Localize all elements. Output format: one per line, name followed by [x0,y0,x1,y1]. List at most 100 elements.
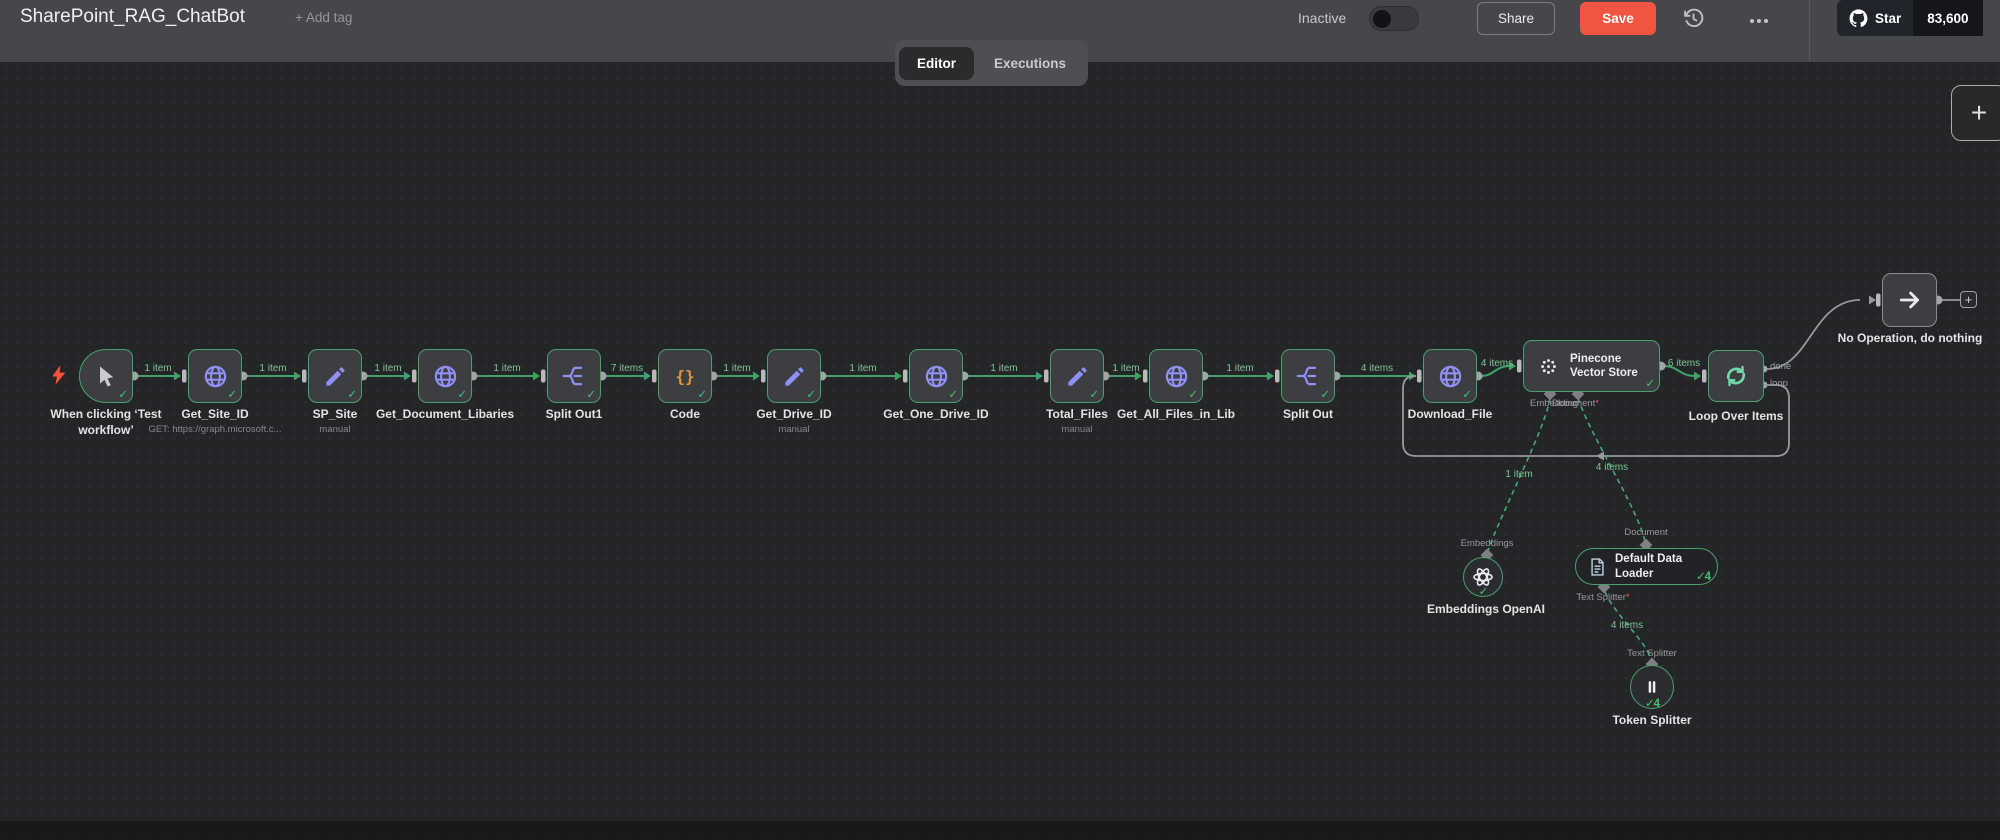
cursor-icon [93,363,119,389]
node-label: No Operation, do nothing [1821,331,1999,347]
required-star: * [1595,398,1599,409]
trigger-bolt-icon [48,362,70,388]
node-pin[interactable]: Pinecone Vector Store✓ [1523,340,1660,392]
node-sublabel: manual [778,424,809,435]
success-check: ✓ [806,387,815,401]
n8n-workflow-editor: + + ✓When clicking ‘Test workflow’✓Get_S… [0,0,2000,840]
node-tok[interactable]: ✓4 [1630,665,1674,709]
success-check: ✓ [1462,387,1471,401]
document-icon [1589,557,1606,577]
node-sublabel: manual [319,424,350,435]
node-gaf[interactable]: ✓ [1149,349,1203,403]
globe-icon [432,363,459,390]
header-divider [1809,0,1810,62]
add-node-button[interactable]: + [1951,85,2000,141]
connection-label: 1 item [144,363,171,374]
success-check: ✓ [118,387,127,401]
connection-label: 6 items [1668,358,1700,369]
save-button[interactable]: Save [1580,2,1656,35]
success-check: ✓ [227,387,236,401]
port-label-text: Embeddings [1461,538,1514,549]
success-check: ✓ [1645,376,1654,390]
port-label-text: Document [1552,398,1595,409]
star-count: 83,600 [1913,0,1982,36]
globe-icon [923,363,950,390]
pencil-icon [323,364,348,389]
connection-label: 1 item [1226,363,1253,374]
code-icon: {} [669,365,701,387]
port-label-text: Document [1624,527,1667,538]
port-label-dl_textsplitter: Text Splitter* [1576,592,1629,603]
globe-icon [202,363,229,390]
loop-icon [1722,362,1750,390]
node-emb[interactable]: ✓ [1463,557,1503,597]
connection-label: 1 item [493,363,520,374]
success-check: ✓ [457,387,466,401]
more-options-button[interactable] [1748,13,1770,31]
share-button[interactable]: Share [1477,2,1555,35]
connection-label: 1 item [723,363,750,374]
workflow-canvas[interactable]: + + ✓When clicking ‘Test workflow’✓Get_S… [0,0,2000,840]
node-label: Embeddings OpenAI [1397,602,1575,618]
connection-label: 4 items [1361,363,1393,374]
pencil-icon [1065,364,1090,389]
globe-icon [1163,363,1190,390]
port-label-dl_document: Document [1624,527,1667,538]
success-check: ✓ [948,387,957,401]
pinecone-icon [1537,355,1560,378]
node-spo[interactable]: ✓ [1281,349,1335,403]
node-trg[interactable]: ✓ [79,349,133,403]
split-icon [1295,363,1321,389]
node-ddl[interactable]: Default Data Loader✓4 [1575,548,1718,585]
success-check: ✓ [586,387,595,401]
node-title: Pinecone Vector Store [1570,352,1654,381]
node-gdi[interactable]: ✓ [767,349,821,403]
tab-executions[interactable]: Executions [976,47,1084,80]
node-god[interactable]: ✓ [909,349,963,403]
node-cod[interactable]: {}✓ [658,349,712,403]
success-check: ✓ [1479,584,1488,598]
tab-editor[interactable]: Editor [899,47,974,80]
canvas-bottom-shade [0,821,2000,840]
success-check: ✓ [1089,387,1098,401]
history-icon[interactable] [1682,7,1705,35]
node-dwf[interactable]: ✓ [1423,349,1477,403]
connection-label: 1 item [990,363,1017,374]
success-check: ✓ [697,387,706,401]
node-tfl[interactable]: ✓ [1050,349,1104,403]
add-tag-button[interactable]: + Add tag [295,10,352,25]
connection-label: 1 item [259,363,286,374]
success-check: ✓ [1320,387,1329,401]
github-icon [1849,9,1868,28]
success-check: ✓ [1188,387,1197,401]
connection-label: 1 item [1112,363,1139,374]
connection-label: 4 items [1596,462,1628,473]
connection-label: 1 item [1505,469,1532,480]
node-title: Default Data Loader [1615,552,1699,581]
github-star-badge[interactable]: Star 83,600 [1837,0,1983,36]
node-label: Loop Over Items [1647,409,1825,425]
required-star: * [1626,592,1630,603]
success-check: ✓ [347,387,356,401]
success-check: ✓4 [1696,569,1710,583]
active-state-label: Inactive [1298,10,1346,26]
split-icon [561,363,587,389]
node-lop[interactable] [1708,350,1764,402]
port-label-text: Text Splitter [1576,592,1626,603]
add-connection-button[interactable]: + [1960,291,1977,308]
loop-output-label: done [1770,361,1791,372]
success-check: ✓4 [1645,696,1659,710]
active-toggle[interactable] [1369,6,1419,31]
node-nop[interactable] [1882,273,1937,327]
connection-label: 4 items [1611,620,1643,631]
connection-label: 1 item [849,363,876,374]
node-sps[interactable]: ✓ [308,349,362,403]
node-so1[interactable]: ✓ [547,349,601,403]
connection-label: 1 item [374,363,401,374]
node-gsi[interactable]: ✓ [188,349,242,403]
workflow-title[interactable]: SharePoint_RAG_ChatBot [20,6,245,28]
pencil-icon [782,364,807,389]
node-sublabel: GET: https://graph.microsoft.c... [148,424,281,435]
connection-label: 4 items [1481,358,1513,369]
node-gdl[interactable]: ✓ [418,349,472,403]
